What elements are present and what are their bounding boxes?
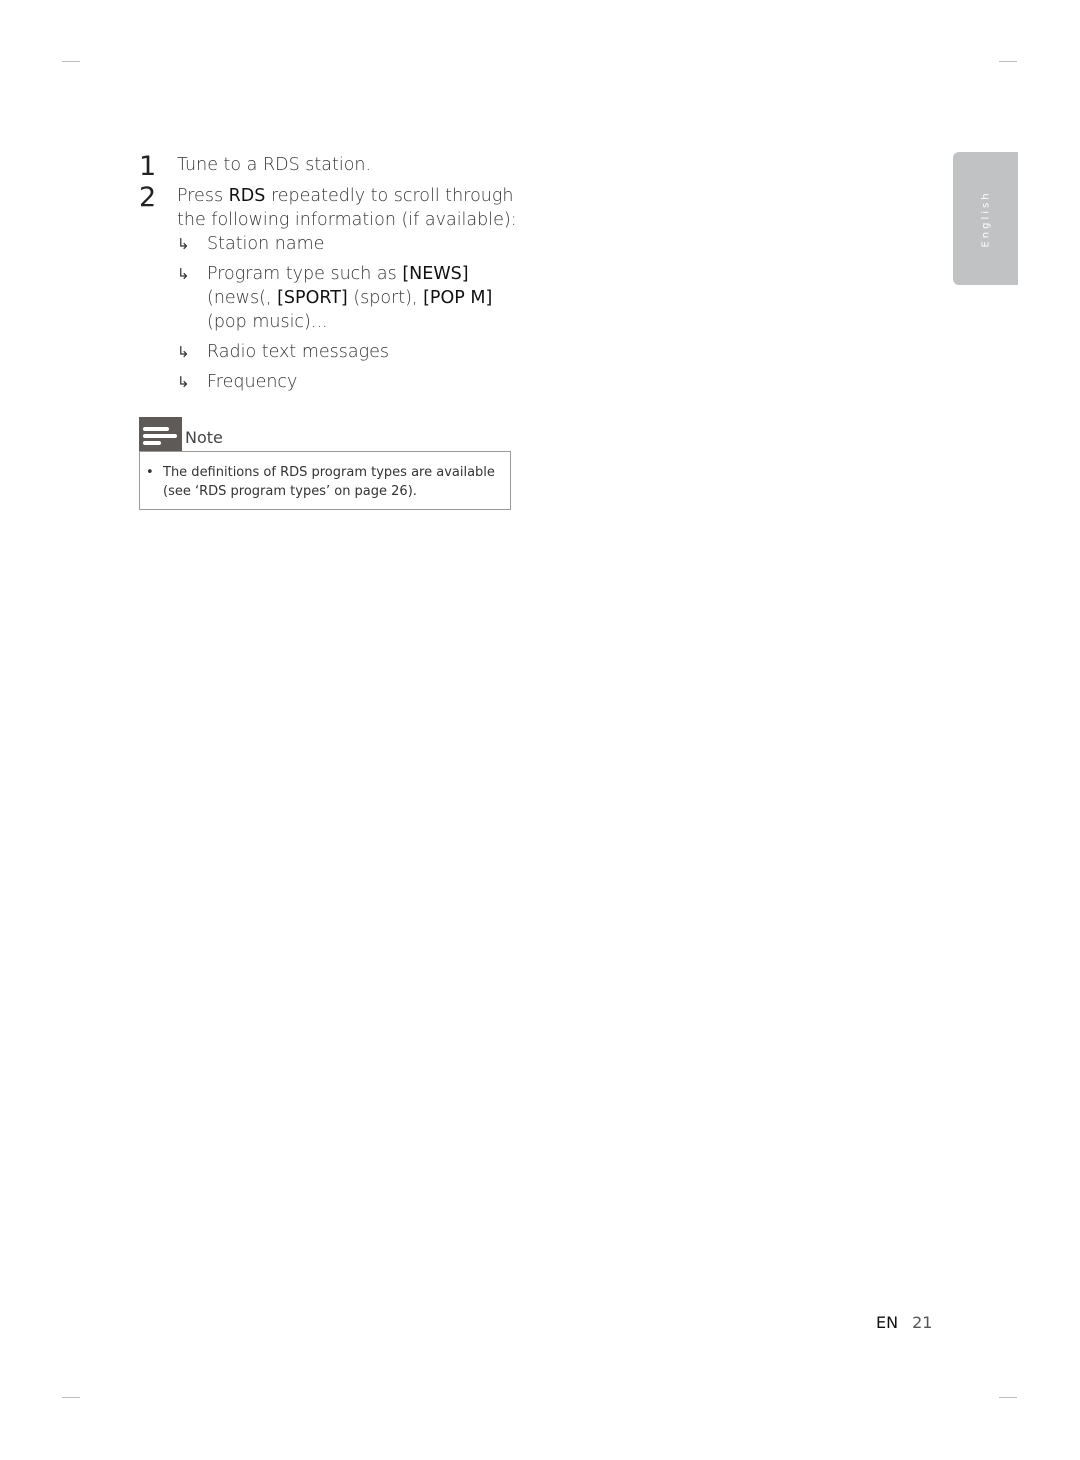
- result-item: ↳ Frequency: [177, 370, 519, 394]
- result-text: Station name: [207, 234, 325, 254]
- display-text-pop-m: [POP M]: [423, 288, 493, 308]
- step-number: 1: [139, 151, 157, 182]
- crop-mark-top-right: [999, 61, 1017, 62]
- display-text-news: [NEWS]: [402, 264, 469, 284]
- language-tab: English: [953, 152, 1018, 285]
- note-header: Note: [139, 417, 511, 451]
- crop-mark-bottom-right: [999, 1397, 1017, 1398]
- result-item: ↳ Radio text messages: [177, 340, 519, 364]
- result-arrow-icon: ↳: [177, 235, 190, 253]
- result-text: Radio text messages: [207, 342, 389, 362]
- result-arrow-icon: ↳: [177, 373, 190, 391]
- step-number: 2: [139, 182, 157, 213]
- result-item: ↳ Program type such as [NEWS] (news(, [S…: [177, 262, 519, 334]
- note-box: Note • The definitions of RDS program ty…: [139, 417, 511, 510]
- step-1: 1 Tune to a RDS station.: [139, 151, 519, 182]
- result-item: ↳ Station name: [177, 232, 519, 256]
- result-arrow-icon: ↳: [177, 265, 190, 283]
- note-text: The definitions of RDS program types are…: [163, 465, 495, 499]
- result-arrow-icon: ↳: [177, 343, 190, 361]
- text-segment: (sport),: [347, 288, 424, 308]
- crop-mark-top-left: [62, 61, 80, 62]
- display-text-sport: [SPORT]: [277, 288, 348, 308]
- step-2: 2 Press RDS repeatedly to scroll through…: [139, 184, 519, 394]
- footer-language: EN: [876, 1313, 899, 1332]
- page-footer: EN 21: [876, 1313, 932, 1332]
- bullet-icon: •: [146, 465, 154, 480]
- crop-mark-bottom-left: [62, 1397, 80, 1398]
- result-text: Frequency: [207, 372, 298, 392]
- page-number: 21: [912, 1313, 933, 1332]
- language-tab-label: English: [980, 189, 991, 248]
- note-title: Note: [185, 428, 223, 447]
- note-item: • The definitions of RDS program types a…: [146, 463, 500, 501]
- rds-button-label: RDS: [228, 186, 266, 206]
- result-text-program-type: Program type such as [NEWS] (news(, [SPO…: [207, 264, 492, 332]
- note-icon: [139, 417, 182, 451]
- note-body: • The definitions of RDS program types a…: [139, 451, 511, 510]
- instructions: 1 Tune to a RDS station. 2 Press RDS rep…: [139, 148, 519, 394]
- step-text: Tune to a RDS station.: [177, 155, 372, 175]
- step-text-pre: Press: [177, 186, 229, 206]
- text-segment: (news(,: [207, 288, 278, 308]
- text-segment: Program type such as: [207, 264, 403, 284]
- text-segment: (pop music)...: [207, 312, 328, 332]
